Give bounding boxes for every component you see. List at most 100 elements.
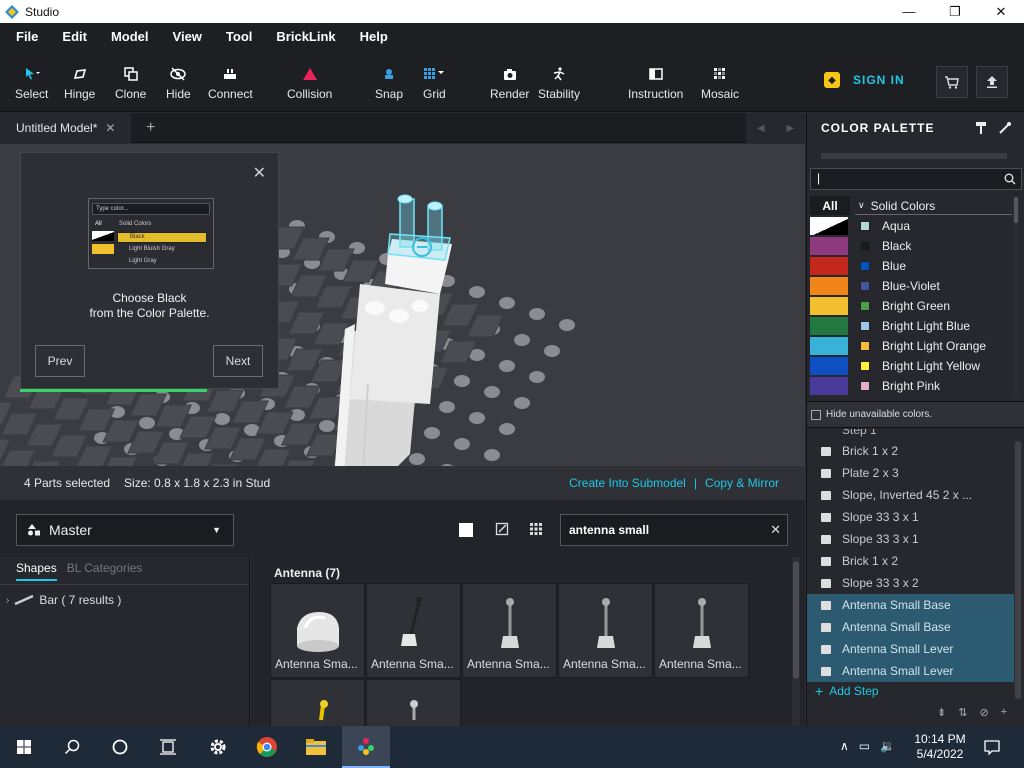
color-group-swatch[interactable]	[810, 377, 848, 395]
3d-viewport[interactable]: ✕ Type color... All Solid Colors Black L…	[0, 144, 805, 500]
part-search-input[interactable]: antenna small ✕	[560, 514, 788, 546]
connect-tool[interactable]: Connect	[208, 64, 253, 101]
steps-scroll-thumb[interactable]	[1015, 441, 1021, 699]
network-icon[interactable]: ▭	[859, 739, 870, 753]
steps-scrollbar[interactable]	[1014, 441, 1022, 699]
mosaic-tool[interactable]: Mosaic	[701, 64, 739, 101]
view-large-icon-button[interactable]	[459, 523, 473, 537]
hinge-tool[interactable]: Hinge	[64, 64, 95, 101]
color-group-swatch[interactable]	[810, 357, 848, 375]
step-part-row[interactable]: Antenna Small Lever	[807, 660, 1014, 682]
add-step-button[interactable]: + Add Step	[815, 683, 879, 699]
tray-chevron-icon[interactable]: ∧	[840, 739, 849, 753]
color-option[interactable]: Bright Pink	[855, 376, 940, 396]
expand-chevron-icon[interactable]: ›	[6, 595, 9, 606]
stability-tool[interactable]: Stability	[538, 64, 580, 101]
hide-unavailable-checkbox[interactable]	[811, 409, 821, 420]
task-view-button[interactable]	[144, 726, 192, 768]
color-option[interactable]: Black	[855, 236, 911, 256]
step-part-row[interactable]: Slope 33 3 x 1	[807, 528, 1014, 550]
next-button[interactable]: Next	[213, 345, 263, 377]
parts-scrollbar[interactable]	[792, 557, 800, 726]
taskbar-clock[interactable]: 10:14 PM 5/4/2022	[905, 732, 975, 762]
step-part-row[interactable]: Slope 33 3 x 1	[807, 506, 1014, 528]
master-dropdown[interactable]: Master ▼	[16, 514, 234, 546]
create-submodel-link[interactable]: Create Into Submodel	[569, 476, 686, 490]
tab-next-icon[interactable]: ▶	[786, 123, 794, 134]
model-bricks[interactable]	[330, 194, 452, 500]
tab-bl-categories[interactable]: BL Categories	[67, 561, 143, 581]
color-group-swatch[interactable]	[810, 237, 848, 255]
step-part-row[interactable]: Antenna Small Base	[807, 616, 1014, 638]
step-part-row[interactable]: Plate 2 x 3	[807, 462, 1014, 484]
collapse-all-icon[interactable]: ⇟	[937, 706, 946, 719]
maximize-button[interactable]: ❐	[932, 0, 978, 23]
parts-scroll-thumb[interactable]	[793, 561, 799, 679]
minimize-button[interactable]: —	[886, 0, 932, 23]
sign-in-button[interactable]: ◆ SIGN IN	[824, 72, 905, 88]
color-search-input[interactable]: |	[810, 168, 1022, 190]
color-option[interactable]: Blue	[855, 256, 906, 276]
expand-all-icon[interactable]: ⇅	[958, 706, 967, 719]
color-group-swatch[interactable]	[810, 297, 848, 315]
palette-scrollbar[interactable]	[1013, 197, 1019, 397]
upload-button[interactable]	[976, 66, 1008, 98]
part-tile[interactable]: Antenna Sma...	[366, 583, 461, 678]
menu-model[interactable]: Model	[111, 29, 149, 44]
snap-tool[interactable]: Snap	[375, 64, 403, 101]
close-tab-icon[interactable]: ✕	[105, 121, 115, 135]
close-tutorial-icon[interactable]: ✕	[253, 163, 266, 183]
color-group-swatch[interactable]	[810, 257, 848, 275]
color-group-swatch[interactable]	[810, 217, 848, 235]
start-button[interactable]	[0, 726, 48, 768]
color-option[interactable]: Blue-Violet	[855, 276, 940, 296]
collision-tool[interactable]: Collision	[287, 64, 332, 101]
color-option[interactable]: Bright Light Yellow	[855, 356, 980, 376]
part-tile[interactable]: Antenna Sma...	[558, 583, 653, 678]
menu-bricklink[interactable]: BrickLink	[276, 29, 335, 44]
part-tile[interactable]: Antenna Sma...	[462, 583, 557, 678]
step-part-row[interactable]: Slope 33 3 x 2	[807, 572, 1014, 594]
custom-view-button[interactable]	[495, 522, 509, 539]
step-part-row[interactable]: Brick 1 x 2	[807, 440, 1014, 462]
menu-help[interactable]: Help	[360, 29, 388, 44]
step-part-row[interactable]: Antenna Small Base	[807, 594, 1014, 616]
notifications-button[interactable]	[968, 726, 1016, 768]
hide-unavailable-toggle[interactable]: Hide unavailable colors.	[807, 401, 1024, 428]
color-group-swatch[interactable]	[810, 317, 848, 335]
part-tile[interactable]	[270, 679, 365, 726]
search-taskbar-button[interactable]	[48, 726, 96, 768]
eyedropper-icon[interactable]	[998, 121, 1012, 135]
menu-tool[interactable]: Tool	[226, 29, 252, 44]
hide-step-icon[interactable]: ⊘	[979, 706, 988, 719]
grid-tool[interactable]: Grid	[423, 64, 446, 101]
color-option[interactable]: Bright Light Orange	[855, 336, 986, 356]
tab-untitled-model[interactable]: Untitled Model* ✕	[0, 113, 131, 143]
step-part-row[interactable]: Brick 1 x 2	[807, 550, 1014, 572]
part-tile[interactable]: Antenna Sma...	[270, 583, 365, 678]
chrome-app-button[interactable]	[243, 726, 291, 768]
step-part-row[interactable]: Slope, Inverted 45 2 x ...	[807, 484, 1014, 506]
part-tile[interactable]	[366, 679, 461, 726]
all-colors-tab[interactable]: All	[810, 196, 850, 215]
file-explorer-button[interactable]	[292, 726, 340, 768]
color-option[interactable]: Bright Green	[855, 296, 950, 316]
instruction-tool[interactable]: Instruction	[628, 64, 683, 101]
solid-colors-group[interactable]: ∨ Solid Colors	[855, 197, 1012, 215]
step-part-row[interactable]: Antenna Small Lever	[807, 638, 1014, 660]
clear-search-icon[interactable]: ✕	[770, 522, 781, 538]
part-tile[interactable]: Antenna Sma...	[654, 583, 749, 678]
color-group-swatch[interactable]	[810, 337, 848, 355]
color-group-swatch[interactable]	[810, 277, 848, 295]
cortana-button[interactable]	[96, 726, 144, 768]
select-tool[interactable]: Select	[15, 64, 48, 101]
studio-app-button[interactable]	[342, 726, 390, 768]
prev-button[interactable]: Prev	[35, 345, 85, 377]
add-icon[interactable]: +	[1001, 706, 1007, 719]
menu-view[interactable]: View	[173, 29, 202, 44]
clone-tool[interactable]: Clone	[115, 64, 146, 101]
copy-mirror-link[interactable]: Copy & Mirror	[705, 476, 779, 490]
add-tab-button[interactable]: +	[146, 119, 155, 137]
menu-file[interactable]: File	[16, 29, 38, 44]
menu-edit[interactable]: Edit	[62, 29, 87, 44]
